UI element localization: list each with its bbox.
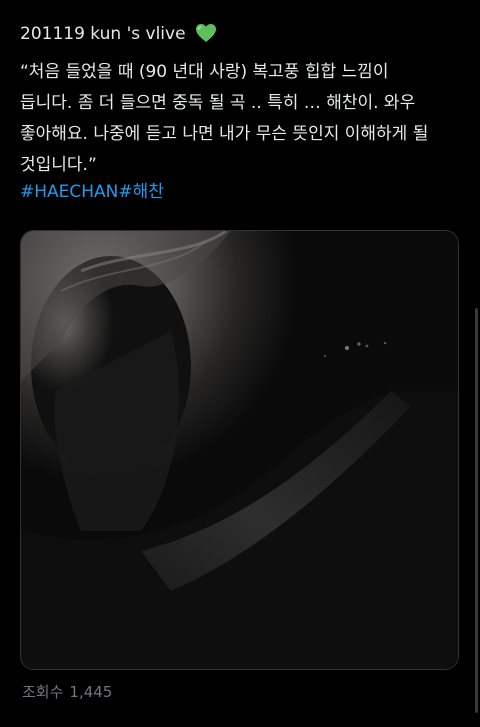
view-count-label: 조회수 bbox=[22, 683, 64, 701]
hashtag-row: #HAECHAN#해찬 bbox=[20, 180, 164, 204]
tweet-quote: “처음 들었을 때 (90 년대 사랑) 복고풍 힙합 느낌이 듭니다. 좀 더… bbox=[20, 57, 460, 181]
video-frame-image bbox=[21, 231, 458, 669]
quote-line: “처음 들었을 때 (90 년대 사랑) 복고풍 힙합 느낌이 bbox=[20, 62, 389, 82]
tweet[interactable]: 201119 kun 's vlive “처음 들었을 때 (90 년대 사랑)… bbox=[0, 0, 480, 727]
tweet-heading: 201119 kun 's vlive bbox=[20, 22, 217, 50]
quote-line: 좋아해요. 나중에 듣고 나면 내가 무슨 뜻인지 이해하게 될 bbox=[20, 124, 429, 144]
scrollbar-thumb[interactable] bbox=[475, 308, 478, 713]
view-count-number: 1,445 bbox=[69, 683, 113, 701]
quote-line: 듭니다. 좀 더 들으면 중독 될 곡 .. 특히 … 해찬이. 와우 bbox=[20, 93, 416, 113]
video-thumbnail[interactable] bbox=[20, 230, 459, 670]
quote-line: 것입니다.” bbox=[20, 155, 97, 175]
tweet-heading-text: 201119 kun 's vlive bbox=[20, 24, 186, 44]
hashtag-link-haechan-korean[interactable]: #해찬 bbox=[118, 182, 164, 202]
green-heart-icon bbox=[195, 23, 217, 50]
hashtag-link-haechan[interactable]: #HAECHAN bbox=[20, 182, 118, 202]
view-count: 조회수 1,445 bbox=[22, 681, 112, 703]
